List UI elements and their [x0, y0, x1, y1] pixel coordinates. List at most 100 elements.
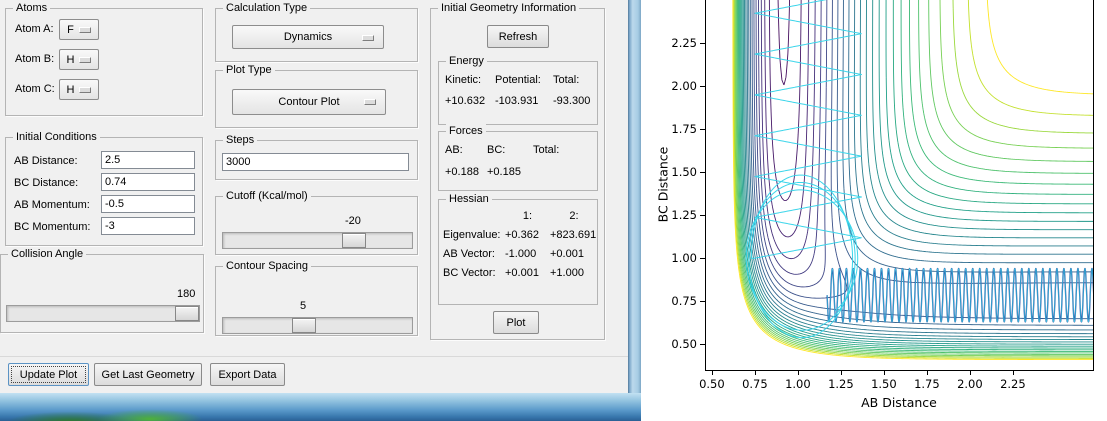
update-plot-button[interactable]: Update Plot: [8, 363, 89, 386]
atom-c-value: H: [66, 83, 75, 96]
ab-distance-label: AB Distance:: [14, 155, 78, 167]
plot-type-group: Plot Type Contour Plot: [215, 63, 418, 128]
x-tick: [754, 371, 756, 375]
controls-window: Atoms Atom A: F Atom B: H Atom C: H Calc…: [0, 0, 628, 393]
energy-table: Kinetic: Potential: Total: +10.632 -103.…: [445, 74, 595, 107]
plot-button[interactable]: Plot: [493, 311, 539, 334]
get-last-geometry-button[interactable]: Get Last Geometry: [94, 363, 202, 386]
calculation-type-select[interactable]: Dynamics: [232, 25, 384, 49]
cutoff-group: Cutoff (Kcal/mol) -20: [215, 189, 418, 255]
y-tick: [700, 43, 705, 45]
energy-title: Energy: [446, 54, 487, 68]
x-tick: [797, 371, 799, 375]
y-axis-spine: [705, 0, 706, 371]
steps-title: Steps: [223, 133, 258, 147]
ab-momentum-input[interactable]: [101, 195, 195, 213]
slider-handle[interactable]: [342, 233, 366, 248]
desktop-glimpse: [0, 393, 641, 421]
bc-momentum-input[interactable]: [101, 217, 195, 235]
cutoff-title: Cutoff (Kcal/mol): [223, 189, 311, 203]
ab-distance-input[interactable]: [101, 151, 195, 169]
right-spine: [1093, 0, 1094, 371]
y-tick-label: 2.00: [671, 79, 697, 94]
x-tick-label: 1.75: [914, 377, 940, 391]
contour-spacing-slider[interactable]: [222, 317, 413, 334]
y-tick: [700, 301, 705, 303]
plot-type-select[interactable]: Contour Plot: [232, 89, 386, 115]
slider-handle[interactable]: [175, 306, 199, 321]
atom-a-select[interactable]: F: [59, 19, 99, 40]
x-tick: [926, 371, 928, 375]
y-tick: [700, 129, 705, 131]
steps-input[interactable]: [222, 153, 409, 171]
y-tick-label: 1.25: [671, 208, 697, 223]
y-tick: [700, 172, 705, 174]
y-tick-label: 2.25: [671, 36, 697, 51]
collision-angle-slider[interactable]: [6, 305, 200, 322]
cutoff-slider[interactable]: [222, 232, 413, 249]
x-tick: [883, 371, 885, 375]
collision-angle-group: Collision Angle 180: [0, 247, 204, 333]
energy-value: -93.300: [553, 95, 591, 107]
hessian-col-header: 1:: [522, 210, 533, 222]
x-tick-label: 1.50: [871, 377, 897, 391]
x-axis-spine: [705, 370, 1094, 371]
atom-a-label: Atom A:: [15, 23, 54, 35]
y-tick-label: 1.75: [671, 122, 697, 137]
calculation-type-title: Calculation Type: [223, 1, 311, 15]
dropdown-indicator-icon: [362, 35, 374, 41]
dropdown-indicator-icon: [79, 86, 92, 93]
x-tick: [969, 371, 971, 375]
hessian-row-label: BC Vector:: [443, 267, 496, 279]
y-tick-label: 1.50: [671, 165, 697, 180]
hessian-col-header: 2:: [569, 210, 579, 222]
x-axis-label: AB Distance: [861, 395, 937, 410]
y-tick: [700, 258, 705, 260]
forces-value: +0.188: [445, 166, 479, 178]
x-tick-label: 2.25: [1000, 377, 1026, 391]
energy-group: Energy Kinetic: Potential: Total: +10.63…: [438, 54, 598, 125]
hessian-value: +1.000: [550, 267, 584, 279]
x-tick-label: 1.00: [785, 377, 811, 391]
x-tick-label: 1.25: [828, 377, 854, 391]
y-tick: [700, 215, 705, 217]
hessian-value: +0.362: [505, 229, 539, 241]
atom-c-label: Atom C:: [15, 83, 55, 95]
collision-angle-title: Collision Angle: [8, 247, 87, 261]
geometry-info-title: Initial Geometry Information: [438, 1, 580, 15]
contour-spacing-group: Contour Spacing 5: [215, 259, 418, 336]
atom-c-select[interactable]: H: [59, 79, 99, 100]
forces-header: Total:: [533, 144, 560, 156]
hessian-value: -1.000: [505, 248, 537, 260]
separator: [0, 356, 628, 357]
hessian-value: +823.691: [550, 229, 597, 241]
bc-distance-label: BC Distance:: [14, 177, 79, 189]
x-tick: [711, 371, 713, 375]
y-tick: [700, 86, 705, 88]
dropdown-indicator-icon: [364, 99, 376, 105]
energy-header: Potential:: [495, 74, 541, 86]
slider-handle[interactable]: [292, 318, 316, 333]
hessian-row-label: Eigenvalue:: [443, 229, 501, 241]
contour-plot-canvas: [705, 0, 1093, 370]
x-tick-label: 0.50: [699, 377, 725, 391]
contour-spacing-value: 5: [300, 300, 307, 312]
y-tick-label: 1.00: [671, 251, 697, 266]
refresh-button[interactable]: Refresh: [487, 25, 549, 48]
ab-momentum-label: AB Momentum:: [14, 199, 90, 211]
y-tick-label: 0.50: [671, 337, 697, 352]
forces-header: AB:: [445, 144, 463, 156]
forces-header: BC:: [487, 144, 506, 156]
forces-value: [533, 166, 593, 178]
plot-type-value: Contour Plot: [278, 96, 340, 108]
export-data-button[interactable]: Export Data: [210, 363, 285, 386]
atoms-group: Atoms Atom A: F Atom B: H Atom C: H: [5, 1, 203, 116]
initial-conditions-title: Initial Conditions: [13, 130, 100, 144]
hessian-value: +0.001: [550, 248, 584, 260]
atom-b-select[interactable]: H: [59, 49, 99, 70]
calculation-type-value: Dynamics: [283, 31, 333, 43]
bc-distance-input[interactable]: [101, 173, 195, 191]
dropdown-indicator-icon: [78, 26, 91, 33]
forces-group: Forces AB: BC: Total: +0.188 +0.185: [438, 124, 598, 191]
dropdown-indicator-icon: [79, 56, 92, 63]
